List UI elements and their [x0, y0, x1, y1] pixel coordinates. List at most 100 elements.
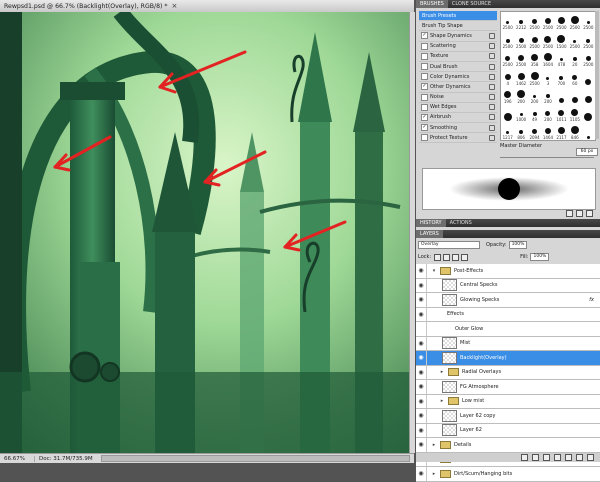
brush-preset-cell[interactable] — [555, 86, 568, 104]
brush-preset-cell[interactable]: 2500 — [514, 30, 527, 49]
brush-preset-cell[interactable]: 2500 — [568, 12, 581, 30]
brush-preset-cell[interactable]: 200 — [541, 86, 554, 104]
brush-preset-cell[interactable]: 2500 — [528, 67, 541, 86]
brush-preset-cell[interactable]: 846 — [568, 122, 581, 140]
fx-icon[interactable] — [532, 454, 539, 461]
layer-row[interactable]: ◉ Mist — [416, 336, 600, 351]
brush-preset-cell[interactable]: 806 — [514, 122, 527, 140]
expand-icon[interactable]: ▸ — [439, 398, 445, 404]
brush-preset-cell[interactable]: 200 — [528, 86, 541, 104]
brush-preset-cell[interactable]: 196 — [501, 86, 514, 104]
expand-icon[interactable]: ▸ — [439, 369, 445, 375]
lock-position-icon[interactable] — [452, 253, 460, 261]
layer-row[interactable]: ◉ ▸ Details — [416, 438, 600, 453]
trash-icon[interactable] — [587, 454, 594, 461]
brush-preset-cell[interactable]: 4 — [501, 67, 514, 86]
brush-preset-cell[interactable]: 2500 — [528, 12, 541, 30]
layer-row[interactable]: ◉ Backlight(Overlay) — [416, 351, 600, 366]
master-diameter-field[interactable]: 60 px — [576, 148, 598, 156]
doc-size-info[interactable]: Doc: 31.7M/735.9M — [35, 456, 97, 462]
brush-preset-cell[interactable]: 1011 — [555, 104, 568, 122]
brush-setting-item[interactable]: ✓ Shape Dynamics — [419, 31, 497, 42]
layer-row[interactable]: ◉ ▸ Radial Overlays — [416, 365, 600, 380]
brush-setting-item[interactable]: Noise — [419, 93, 497, 103]
brush-setting-item[interactable]: ✓ Other Dynamics — [419, 82, 497, 93]
expand-icon[interactable]: ▾ — [431, 268, 437, 274]
layer-row[interactable]: ◉ ▾ Post-Effects — [416, 264, 600, 279]
checkbox[interactable] — [421, 103, 428, 111]
brush-preset-cell[interactable] — [582, 104, 595, 121]
brush-preset-cell[interactable]: 1500 — [555, 30, 568, 49]
eye-icon[interactable] — [416, 322, 427, 336]
brush-preset-cell[interactable]: 200 — [514, 86, 527, 104]
brush-preset-cell[interactable]: 2500 — [568, 30, 581, 49]
canvas[interactable] — [0, 12, 409, 453]
brush-preset-cell[interactable]: 1105 — [568, 104, 581, 122]
lock-icon[interactable] — [489, 63, 495, 70]
brush-setting-item[interactable]: Protect Texture — [419, 133, 497, 144]
tab-brushes[interactable]: BRUSHES — [416, 0, 448, 8]
checkbox[interactable]: ✓ — [421, 113, 428, 121]
tab-history[interactable]: HISTORY — [416, 219, 446, 227]
eye-icon[interactable]: ◉ — [416, 409, 427, 423]
brush-preset-cell[interactable]: 478 — [555, 49, 568, 67]
brush-preset-cell[interactable]: 2500 — [541, 12, 554, 30]
eye-icon[interactable]: ◉ — [416, 264, 427, 278]
brush-preset-cell[interactable]: 358 — [528, 49, 541, 67]
brush-setting-item[interactable]: Dual Brush — [419, 62, 497, 73]
lock-icon[interactable] — [489, 104, 495, 111]
checkbox[interactable]: ✓ — [421, 124, 428, 132]
brush-setting-item[interactable]: Brush Presets — [419, 11, 497, 22]
opacity-field[interactable]: 100% — [508, 241, 528, 249]
layer-row[interactable]: ◉ ▸ Dirt/Scum/Hanging bits — [416, 467, 600, 482]
layer-row[interactable]: ◉ ▸ Low mist — [416, 394, 600, 409]
brush-preset-cell[interactable]: 2500 — [541, 30, 554, 49]
checkbox[interactable] — [421, 134, 428, 142]
brush-setting-item[interactable]: ✓ Smoothing — [419, 123, 497, 134]
mask-icon[interactable] — [543, 454, 550, 461]
lock-icon[interactable] — [489, 114, 495, 121]
brush-preset-cell[interactable] — [582, 86, 595, 104]
brush-setting-item[interactable]: ✓ Airbrush — [419, 113, 497, 124]
lock-icon[interactable] — [489, 94, 495, 101]
brush-grid-scrollbar[interactable] — [595, 11, 599, 139]
checkbox[interactable]: ✓ — [421, 32, 428, 40]
brush-preset-cell[interactable]: 20 — [568, 49, 581, 67]
brush-preset-cell[interactable]: 2500 — [582, 12, 595, 30]
eye-icon[interactable]: ◉ — [416, 467, 427, 481]
brush-preset-cell[interactable]: 1604 — [541, 49, 554, 67]
trash-icon[interactable] — [586, 210, 593, 217]
layer-row[interactable]: ◉ Glowing Specks fx — [416, 293, 600, 308]
brush-preset-cell[interactable]: 2500 — [528, 30, 541, 49]
checkbox[interactable] — [421, 93, 428, 101]
layer-row[interactable]: Outer Glow — [416, 322, 600, 337]
brush-preset-cell[interactable]: 700 — [555, 67, 568, 86]
brush-preset-cell[interactable]: 3 — [541, 67, 554, 86]
vertical-scrollbar[interactable] — [409, 12, 415, 453]
brush-preset-cell[interactable]: 2500 — [582, 30, 595, 49]
lock-icon[interactable] — [489, 32, 495, 39]
brush-preset-cell[interactable]: 1217 — [501, 122, 514, 140]
zoom-level[interactable]: 66.67% — [0, 455, 35, 462]
checkbox[interactable] — [421, 73, 428, 81]
link-icon[interactable] — [521, 454, 528, 461]
new-layer-icon[interactable] — [576, 454, 583, 461]
eye-icon[interactable]: ◉ — [416, 278, 427, 292]
tab-layers[interactable]: LAYERS — [416, 230, 443, 238]
brush-preset-cell[interactable]: 2500 — [555, 12, 568, 30]
close-icon[interactable]: × — [172, 2, 178, 10]
fill-field[interactable]: 100% — [530, 253, 550, 261]
brush-preset-cell[interactable]: 2500 — [514, 49, 527, 67]
eye-icon[interactable]: ◉ — [416, 438, 427, 452]
grid-icon[interactable] — [576, 210, 583, 217]
new-group-icon[interactable] — [565, 454, 572, 461]
expand-icon[interactable]: ▸ — [431, 442, 437, 448]
layer-row[interactable]: ◉ Layer 62 copy — [416, 409, 600, 424]
tab-actions[interactable]: ACTIONS — [446, 219, 476, 227]
brush-setting-item[interactable]: Color Dynamics — [419, 72, 497, 83]
adjustment-icon[interactable] — [554, 454, 561, 461]
master-diameter-slider[interactable] — [500, 157, 594, 158]
brush-preset-cell[interactable]: 2117 — [555, 122, 568, 140]
expand-icon[interactable]: ▸ — [431, 471, 437, 477]
brush-setting-item[interactable]: Scattering — [419, 42, 497, 52]
